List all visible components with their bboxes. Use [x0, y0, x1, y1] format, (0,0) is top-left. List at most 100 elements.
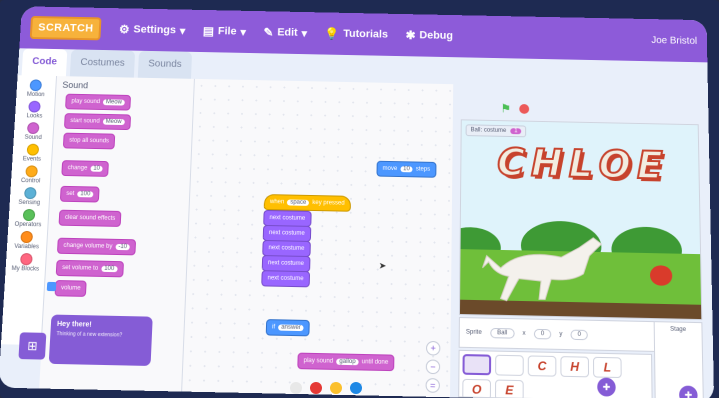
title-letter[interactable]: L: [568, 141, 594, 187]
category-control[interactable]: Control: [21, 165, 41, 184]
palette-block[interactable]: play sound Meow: [65, 93, 132, 111]
category-sound[interactable]: Sound: [24, 122, 42, 141]
variable-monitor: Ball: costume 1: [465, 124, 527, 138]
chevron-down-icon: ▾: [179, 25, 186, 37]
palette-block[interactable]: clear sound effects: [58, 209, 122, 227]
block-input[interactable]: 100: [100, 265, 118, 273]
horse-sprite[interactable]: [480, 227, 612, 311]
category-dot-icon: [26, 143, 39, 156]
sprite-thumbnail[interactable]: [462, 354, 492, 376]
category-events[interactable]: Events: [23, 143, 42, 163]
user-name[interactable]: Joe Bristol: [651, 35, 697, 46]
block-input[interactable]: Meow: [102, 118, 125, 126]
category-dot-icon: [27, 122, 40, 135]
category-my-blocks[interactable]: My Blocks: [11, 252, 40, 273]
sprite-thumbnail[interactable]: O: [462, 378, 492, 398]
stop-icon[interactable]: [519, 103, 529, 114]
stage[interactable]: CHLOE Ball: costume 1: [458, 119, 703, 321]
sprite-thumbnail[interactable]: H: [560, 356, 590, 378]
add-extension-button[interactable]: ⊞: [18, 332, 47, 360]
title-letter[interactable]: E: [636, 143, 664, 189]
edit-menu[interactable]: ✎ Edit ▾: [263, 26, 307, 40]
app-icon[interactable]: [330, 382, 342, 394]
taskbar: [290, 382, 362, 394]
stage-backdrop-pane[interactable]: Stage: [653, 321, 704, 398]
when-key-pressed-block[interactable]: when space key pressed: [263, 194, 351, 212]
zoom-out-icon[interactable]: −: [425, 359, 441, 375]
x-input[interactable]: 0: [533, 328, 552, 340]
tab-costumes[interactable]: Costumes: [69, 49, 136, 78]
block-input[interactable]: Meow: [102, 99, 125, 106]
app-icon[interactable]: [350, 382, 362, 394]
category-variables[interactable]: Variables: [14, 230, 40, 250]
green-flag-icon[interactable]: ⚑: [500, 102, 511, 116]
sprite-thumbnail[interactable]: C: [527, 355, 557, 377]
file-menu[interactable]: ▤ File ▾: [203, 24, 246, 38]
title-letter[interactable]: O: [598, 142, 633, 188]
next-costume-block[interactable]: next costume: [261, 270, 310, 288]
category-operators[interactable]: Operators: [14, 208, 42, 229]
if-block[interactable]: if answer: [265, 319, 311, 337]
title-letter[interactable]: H: [530, 140, 564, 186]
block-input[interactable]: answer: [278, 324, 304, 332]
block-input[interactable]: space: [287, 199, 310, 206]
block-text: when: [269, 199, 285, 206]
palette-block[interactable]: start sound Meow: [63, 113, 131, 131]
costume-stack: next costume next costume next costume next…: [195, 79, 453, 288]
sprite-thumbnail[interactable]: [495, 354, 524, 376]
block-text: key pressed: [312, 200, 345, 207]
globe-icon: ⚙: [118, 22, 130, 37]
tab-sounds[interactable]: Sounds: [137, 50, 193, 79]
title-letter[interactable]: C: [496, 140, 526, 186]
add-sprite-button[interactable]: ✚: [597, 377, 616, 397]
block-input[interactable]: 100: [77, 191, 94, 198]
palette-block[interactable]: volume: [54, 280, 88, 297]
category-dot-icon: [29, 79, 43, 92]
zoom-in-icon[interactable]: +: [425, 340, 441, 356]
hint-text: Thinking of a new extension?: [56, 331, 123, 339]
sprite-thumbnail[interactable]: L: [592, 356, 622, 379]
category-label: Operators: [14, 221, 42, 229]
app-icon[interactable]: [310, 382, 322, 394]
extension-hint-card[interactable]: Hey there! Thinking of a new extension?: [48, 314, 153, 366]
play-sound-block[interactable]: play sound gallop until done: [297, 352, 395, 372]
category-dot-icon: [22, 208, 35, 222]
category-looks[interactable]: Looks: [26, 100, 43, 120]
block-text: start sound: [70, 118, 100, 125]
category-dot-icon: [28, 100, 42, 113]
settings-menu[interactable]: ⚙ Settings ▾: [119, 23, 186, 38]
app-icon[interactable]: [290, 382, 302, 394]
category-sensing[interactable]: Sensing: [18, 187, 41, 206]
tab-code[interactable]: Code: [21, 48, 68, 77]
volume-checkbox[interactable]: [46, 281, 57, 292]
sprite-name-input[interactable]: Ball: [489, 327, 515, 339]
palette-block[interactable]: change volume by -10: [56, 237, 137, 256]
scratch-logo[interactable]: SCRATCH: [29, 15, 102, 41]
category-label: Sensing: [18, 199, 41, 207]
apple-sprite[interactable]: [649, 265, 673, 286]
category-motion[interactable]: Motion: [27, 79, 46, 98]
palette-block[interactable]: change 10: [61, 160, 110, 177]
sprite-label: Sprite: [465, 329, 482, 336]
category-label: My Blocks: [11, 265, 40, 273]
category-label: Looks: [26, 113, 43, 120]
y-input[interactable]: 0: [570, 329, 589, 341]
block-input[interactable]: gallop: [336, 358, 359, 366]
block-input[interactable]: 10: [90, 165, 104, 172]
palette-block[interactable]: stop all sounds: [62, 132, 116, 150]
tutorials-button[interactable]: 💡 Tutorials: [324, 27, 388, 42]
x-label: x: [522, 330, 526, 337]
debug-button[interactable]: ✱ Debug: [406, 28, 454, 42]
palette-block[interactable]: set 100: [59, 185, 100, 203]
move-block[interactable]: move 10 steps: [376, 160, 437, 178]
palette-block[interactable]: set volume to 100: [55, 259, 124, 278]
code-workspace[interactable]: move 10 steps when space key pressed nex…: [182, 78, 454, 398]
block-text: play sound: [71, 98, 101, 106]
category-dot-icon: [23, 187, 37, 200]
block-input[interactable]: 10: [400, 166, 413, 173]
hint-title: Hey there!: [56, 320, 92, 329]
chevron-down-icon: ▾: [301, 27, 308, 40]
block-input[interactable]: -10: [115, 243, 131, 251]
zoom-reset-icon[interactable]: =: [425, 378, 440, 393]
sprite-thumbnail[interactable]: E: [494, 379, 524, 398]
